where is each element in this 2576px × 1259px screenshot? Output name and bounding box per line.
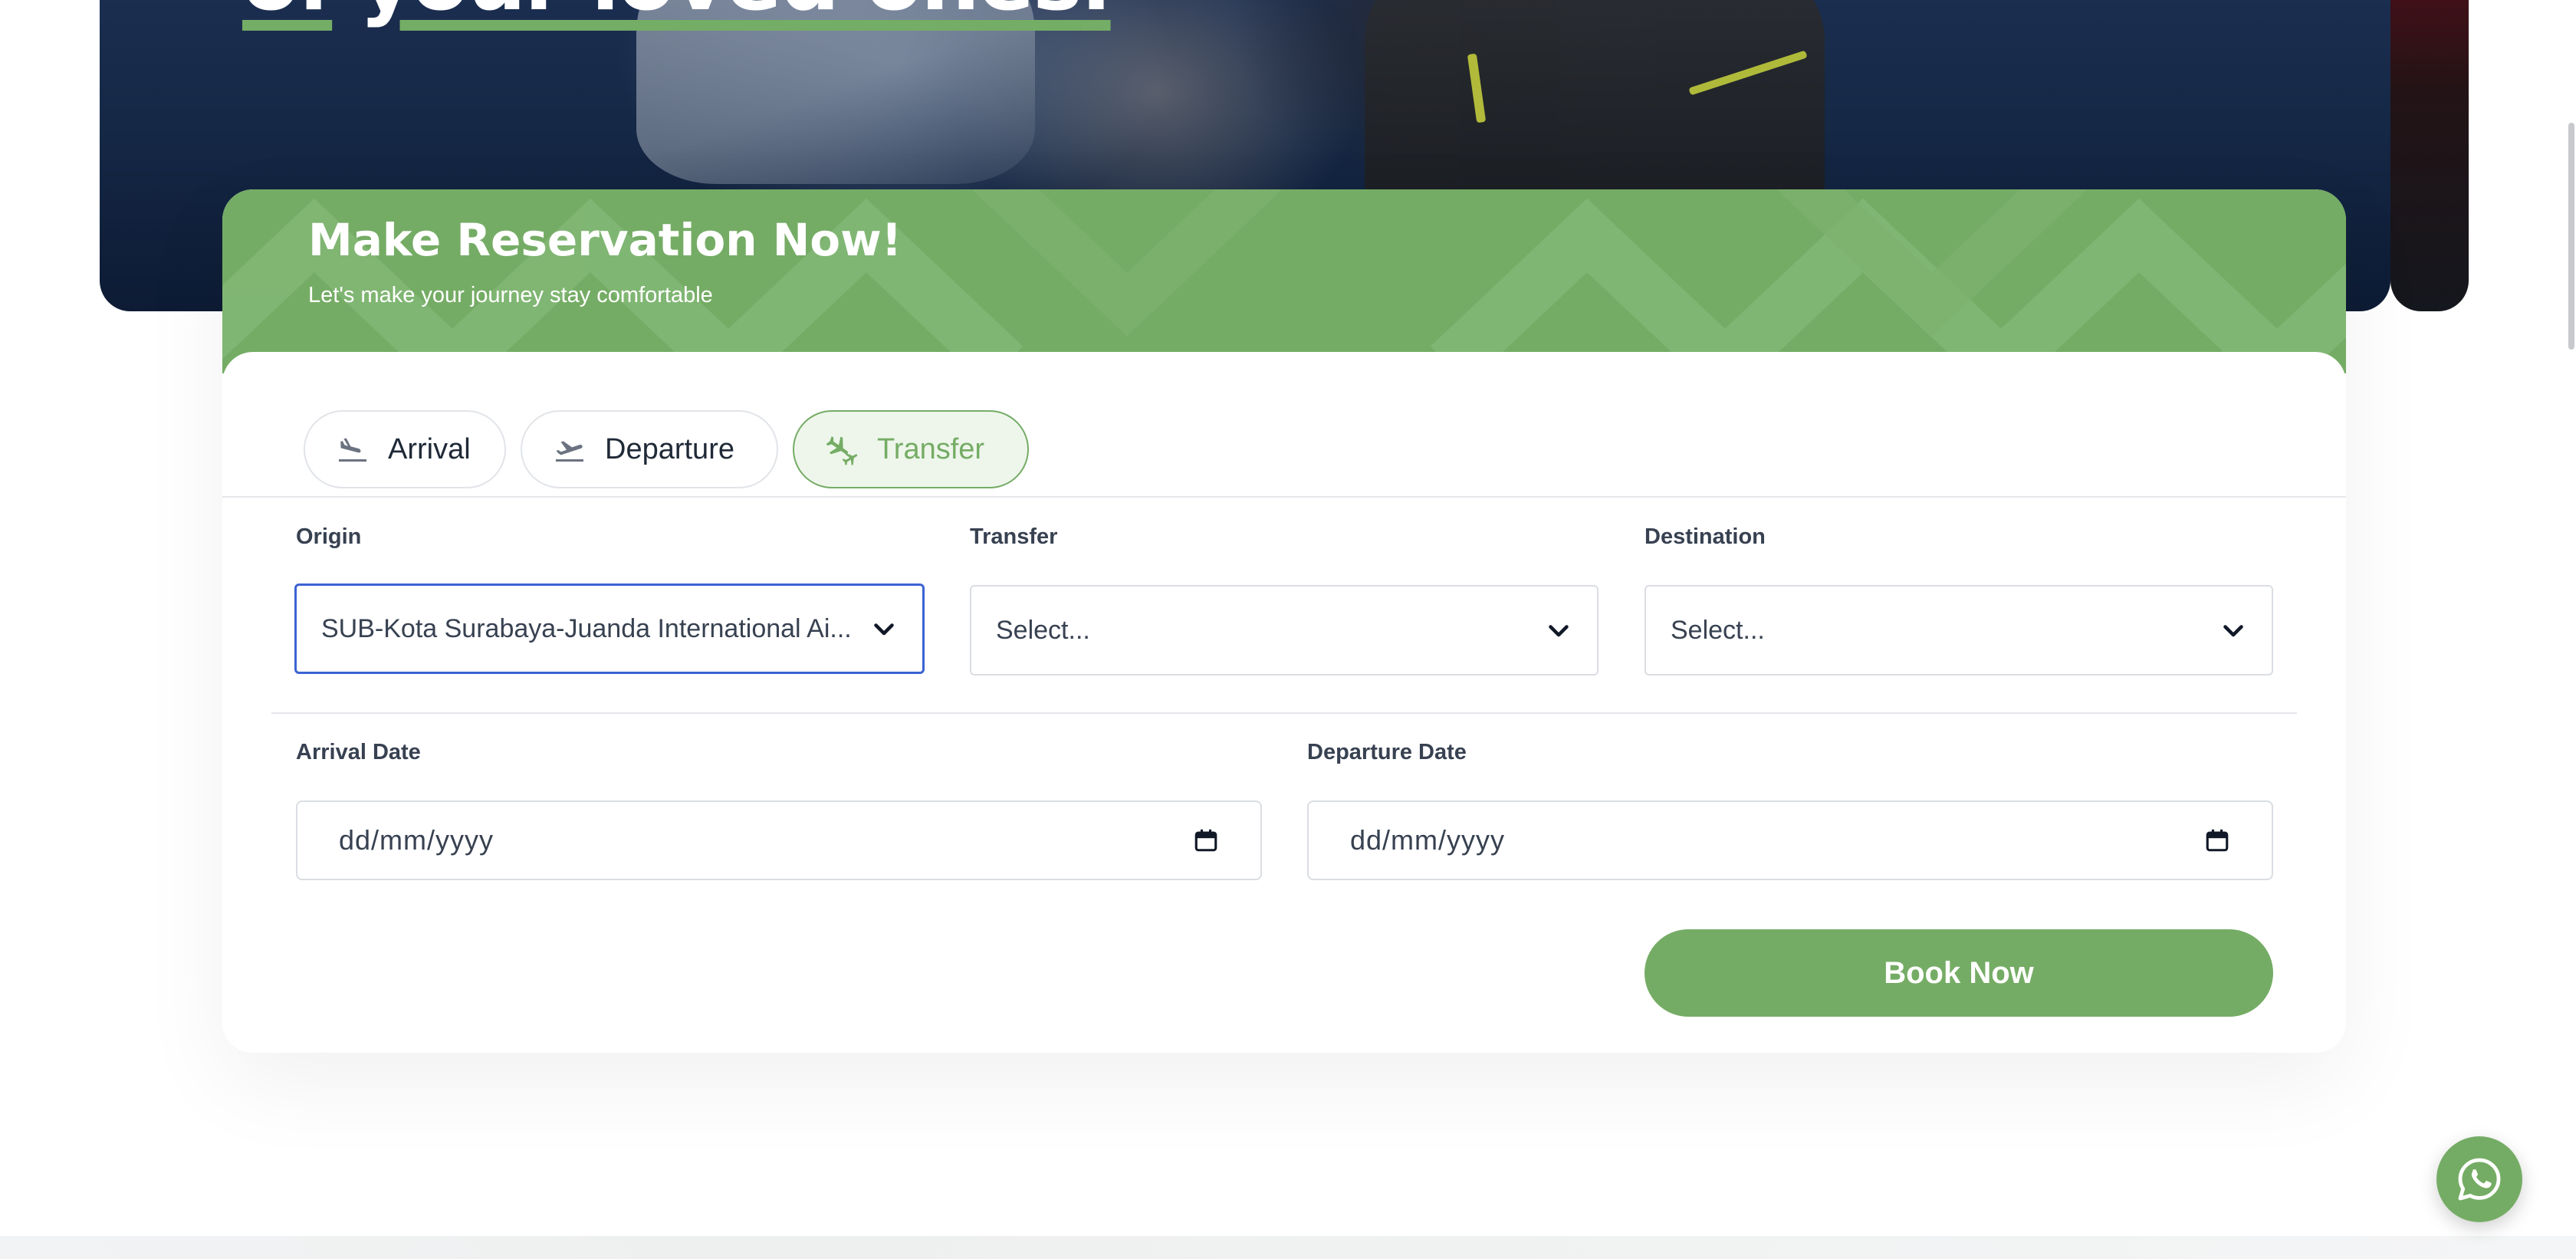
hero-title: of your loved ones. (242, 0, 1112, 35)
tab-transfer-label: Transfer (877, 432, 985, 465)
departure-date-label: Departure Date (1307, 740, 1467, 764)
calendar-icon[interactable] (1193, 827, 1219, 853)
tab-arrival-label: Arrival (388, 432, 471, 465)
chevron-down-icon (2223, 625, 2243, 637)
destination-select[interactable]: Select... (1644, 585, 2273, 676)
tab-transfer[interactable]: Transfer (793, 410, 1029, 488)
next-section-edge (0, 1236, 2576, 1259)
tab-departure-label: Departure (605, 432, 734, 465)
arrival-date-input[interactable]: dd/mm/yyyy (296, 800, 1262, 880)
whatsapp-icon (2458, 1158, 2501, 1201)
hero-photo-figure-right (1365, 0, 1825, 215)
destination-label: Destination (1644, 524, 1766, 549)
origin-label: Origin (296, 524, 362, 549)
arrival-date-placeholder: dd/mm/yyyy (339, 824, 495, 856)
transfer-select-placeholder: Select... (996, 615, 1090, 645)
reservation-subtitle: Let's make your journey stay comfortable (308, 283, 713, 307)
whatsapp-chat-button[interactable] (2436, 1136, 2522, 1222)
tab-departure[interactable]: Departure (521, 410, 778, 488)
plane-takeoff-icon (556, 441, 583, 462)
origin-select-value: SUB-Kota Surabaya-Juanda International A… (321, 613, 852, 643)
plane-landing-icon (339, 438, 366, 462)
hero-next-slide-peek[interactable] (2390, 0, 2469, 311)
tabs-divider (222, 496, 2346, 498)
transfer-select[interactable]: Select... (970, 585, 1598, 676)
hero-title-phrase: your loved ones (360, 0, 1083, 29)
origin-select[interactable]: SUB-Kota Surabaya-Juanda International A… (294, 583, 925, 674)
reservation-header: Make Reservation Now! Let's make your jo… (222, 189, 2346, 373)
page-scrollbar[interactable] (2568, 123, 2574, 350)
reservation-card: Make Reservation Now! Let's make your jo… (222, 189, 2346, 1053)
departure-date-placeholder: dd/mm/yyyy (1350, 824, 1506, 856)
chevron-down-icon (874, 623, 894, 636)
transfer-label: Transfer (970, 524, 1058, 549)
plane-transfer-icon (826, 436, 858, 465)
reservation-title: Make Reservation Now! (308, 214, 902, 266)
chevron-down-icon (1549, 625, 1569, 637)
arrival-date-label: Arrival Date (296, 740, 421, 764)
book-now-button[interactable]: Book Now (1644, 929, 2273, 1017)
form-row-divider (271, 712, 2297, 714)
departure-date-input[interactable]: dd/mm/yyyy (1307, 800, 2273, 880)
hero-title-period: . (1081, 0, 1112, 29)
calendar-icon[interactable] (2204, 827, 2230, 853)
destination-select-placeholder: Select... (1671, 615, 1765, 645)
tab-arrival[interactable]: Arrival (304, 410, 506, 488)
hero-title-word-of: of (242, 0, 334, 29)
